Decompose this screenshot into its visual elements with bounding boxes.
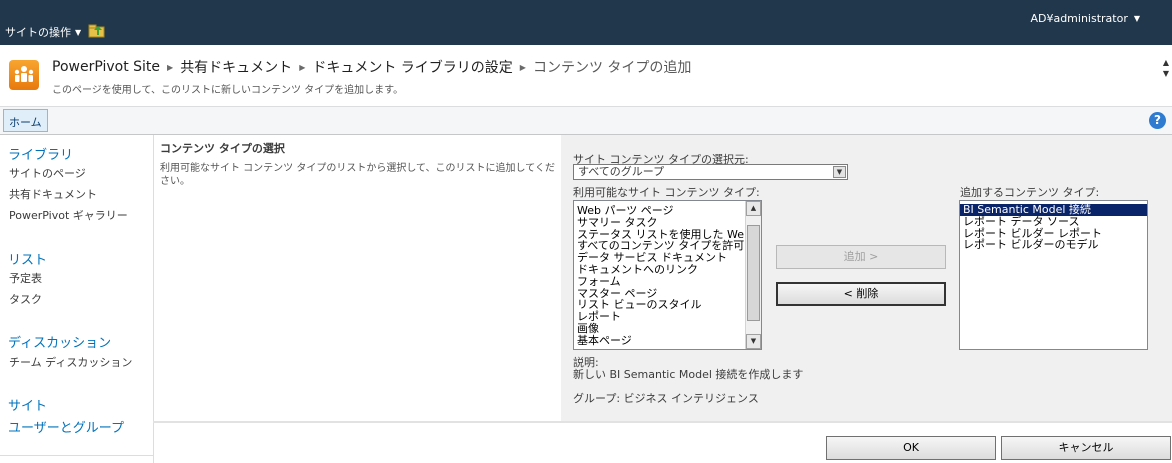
section-title: コンテンツ タイプの選択 — [160, 142, 285, 155]
section-description: 利用可能なサイト コンテンツ タイプのリストから選択して、このリストに追加してく… — [160, 163, 555, 187]
available-types-label: 利用可能なサイト コンテンツ タイプ: — [573, 186, 760, 199]
types-to-add-label: 追加するコンテンツ タイプ: — [960, 186, 1100, 199]
list-item[interactable]: ドキュメントへのリンク — [574, 264, 745, 276]
chevron-right-icon: ▶ — [519, 62, 526, 72]
cancel-button[interactable]: キャンセル — [1001, 436, 1171, 460]
available-types-items: Web パーツ ページ サマリー タスク ステータス リストを使用した Web … — [574, 205, 761, 347]
breadcrumb-current: コンテンツ タイプの追加 — [532, 60, 692, 76]
page-description: このページを使用して、このリストに新しいコンテンツ タイプを追加します。 — [52, 85, 404, 96]
description-text: 新しい BI Semantic Model 接続を作成します — [573, 368, 804, 381]
ok-button[interactable]: OK — [826, 436, 996, 460]
tab-home[interactable]: ホーム — [3, 109, 48, 132]
site-logo[interactable] — [9, 60, 39, 90]
chevron-right-icon: ▶ — [299, 62, 306, 72]
nav-heading-discussions[interactable]: ディスカッション — [8, 332, 111, 351]
group-select-value: すべてのグループ — [578, 165, 665, 178]
types-to-add-list[interactable]: BI Semantic Model 接続 レポート データ ソース レポート ビ… — [959, 200, 1148, 350]
types-to-add-items: BI Semantic Model 接続 レポート データ ソース レポート ビ… — [960, 204, 1147, 251]
content-divider — [153, 135, 154, 463]
nav-item-users-groups[interactable]: ユーザーとグループ — [8, 417, 124, 436]
nav-heading-lists[interactable]: リスト — [8, 249, 47, 268]
breadcrumb-library-settings[interactable]: ドキュメント ライブラリの設定 — [312, 57, 512, 77]
nav-item-calendar[interactable]: 予定表 — [9, 270, 42, 286]
list-item[interactable]: レポート データ ソース — [960, 215, 1147, 228]
top-bar: サイトの操作 ▼ AD¥administrator ▼ — [0, 0, 1172, 45]
title-area: PowerPivot Site ▶ 共有ドキュメント ▶ ドキュメント ライブラ… — [0, 45, 1172, 107]
chevron-right-icon: ▶ — [167, 62, 174, 72]
triangle-up-icon: ▲ — [1162, 58, 1169, 67]
list-item[interactable]: レポート — [574, 311, 745, 323]
breadcrumb: PowerPivot Site ▶ 共有ドキュメント ▶ ドキュメント ライブラ… — [52, 57, 691, 77]
nav-heading-libraries[interactable]: ライブラリ — [8, 144, 73, 163]
title-scroll-arrows: ▲ ▼ — [1163, 57, 1169, 79]
list-item[interactable]: 画像 — [574, 323, 745, 335]
form-divider — [153, 421, 1172, 423]
breadcrumb-site[interactable]: PowerPivot Site — [52, 59, 160, 75]
add-button[interactable]: 追加 > — [776, 245, 946, 269]
nav-divider — [0, 455, 153, 456]
quick-launch: ライブラリ サイトのページ 共有ドキュメント PowerPivot ギャラリー … — [0, 135, 153, 463]
list-item[interactable]: 基本ページ — [574, 334, 745, 347]
nav-item-shared-documents[interactable]: 共有ドキュメント — [9, 186, 97, 202]
nav-item-site-pages[interactable]: サイトのページ — [9, 165, 86, 181]
chevron-down-icon[interactable]: ▼ — [833, 166, 846, 178]
nav-heading-sites[interactable]: サイト — [8, 395, 47, 414]
navigate-up-icon[interactable] — [88, 23, 106, 38]
help-icon[interactable]: ? — [1149, 112, 1166, 129]
nav-item-team-discussion[interactable]: チーム ディスカッション — [9, 354, 132, 370]
scrollbar-thumb[interactable] — [747, 225, 760, 321]
group-text: グループ: ビジネス インテリジェンス — [573, 392, 759, 405]
chevron-down-icon: ▼ — [75, 27, 82, 37]
nav-item-tasks[interactable]: タスク — [9, 291, 42, 307]
site-actions-label: サイトの操作 — [5, 26, 71, 39]
scroll-up-icon[interactable]: ▲ — [746, 201, 761, 216]
list-item[interactable]: レポート ビルダーのモデル — [960, 239, 1147, 251]
site-actions-menu[interactable]: サイトの操作 ▼ — [5, 24, 81, 40]
people-icon — [14, 66, 34, 82]
scroll-down-icon[interactable]: ▼ — [746, 334, 761, 349]
user-menu[interactable]: AD¥administrator ▼ — [1030, 12, 1140, 25]
nav-item-powerpivot-gallery[interactable]: PowerPivot ギャラリー — [9, 207, 128, 223]
available-types-list[interactable]: Web パーツ ページ サマリー タスク ステータス リストを使用した Web … — [573, 200, 762, 350]
breadcrumb-library[interactable]: 共有ドキュメント — [180, 57, 292, 77]
group-select[interactable]: すべてのグループ ▼ — [573, 164, 848, 180]
triangle-down-icon: ▼ — [1162, 69, 1169, 78]
ribbon: ホーム ? — [0, 107, 1172, 135]
remove-button[interactable]: < 削除 — [776, 282, 946, 306]
list-item[interactable]: サマリー タスク — [574, 216, 745, 229]
user-name: AD¥administrator — [1030, 12, 1128, 25]
available-list-scrollbar[interactable]: ▲ ▼ — [745, 201, 761, 349]
list-item[interactable]: フォーム — [574, 275, 745, 288]
chevron-down-icon: ▼ — [1133, 14, 1140, 23]
